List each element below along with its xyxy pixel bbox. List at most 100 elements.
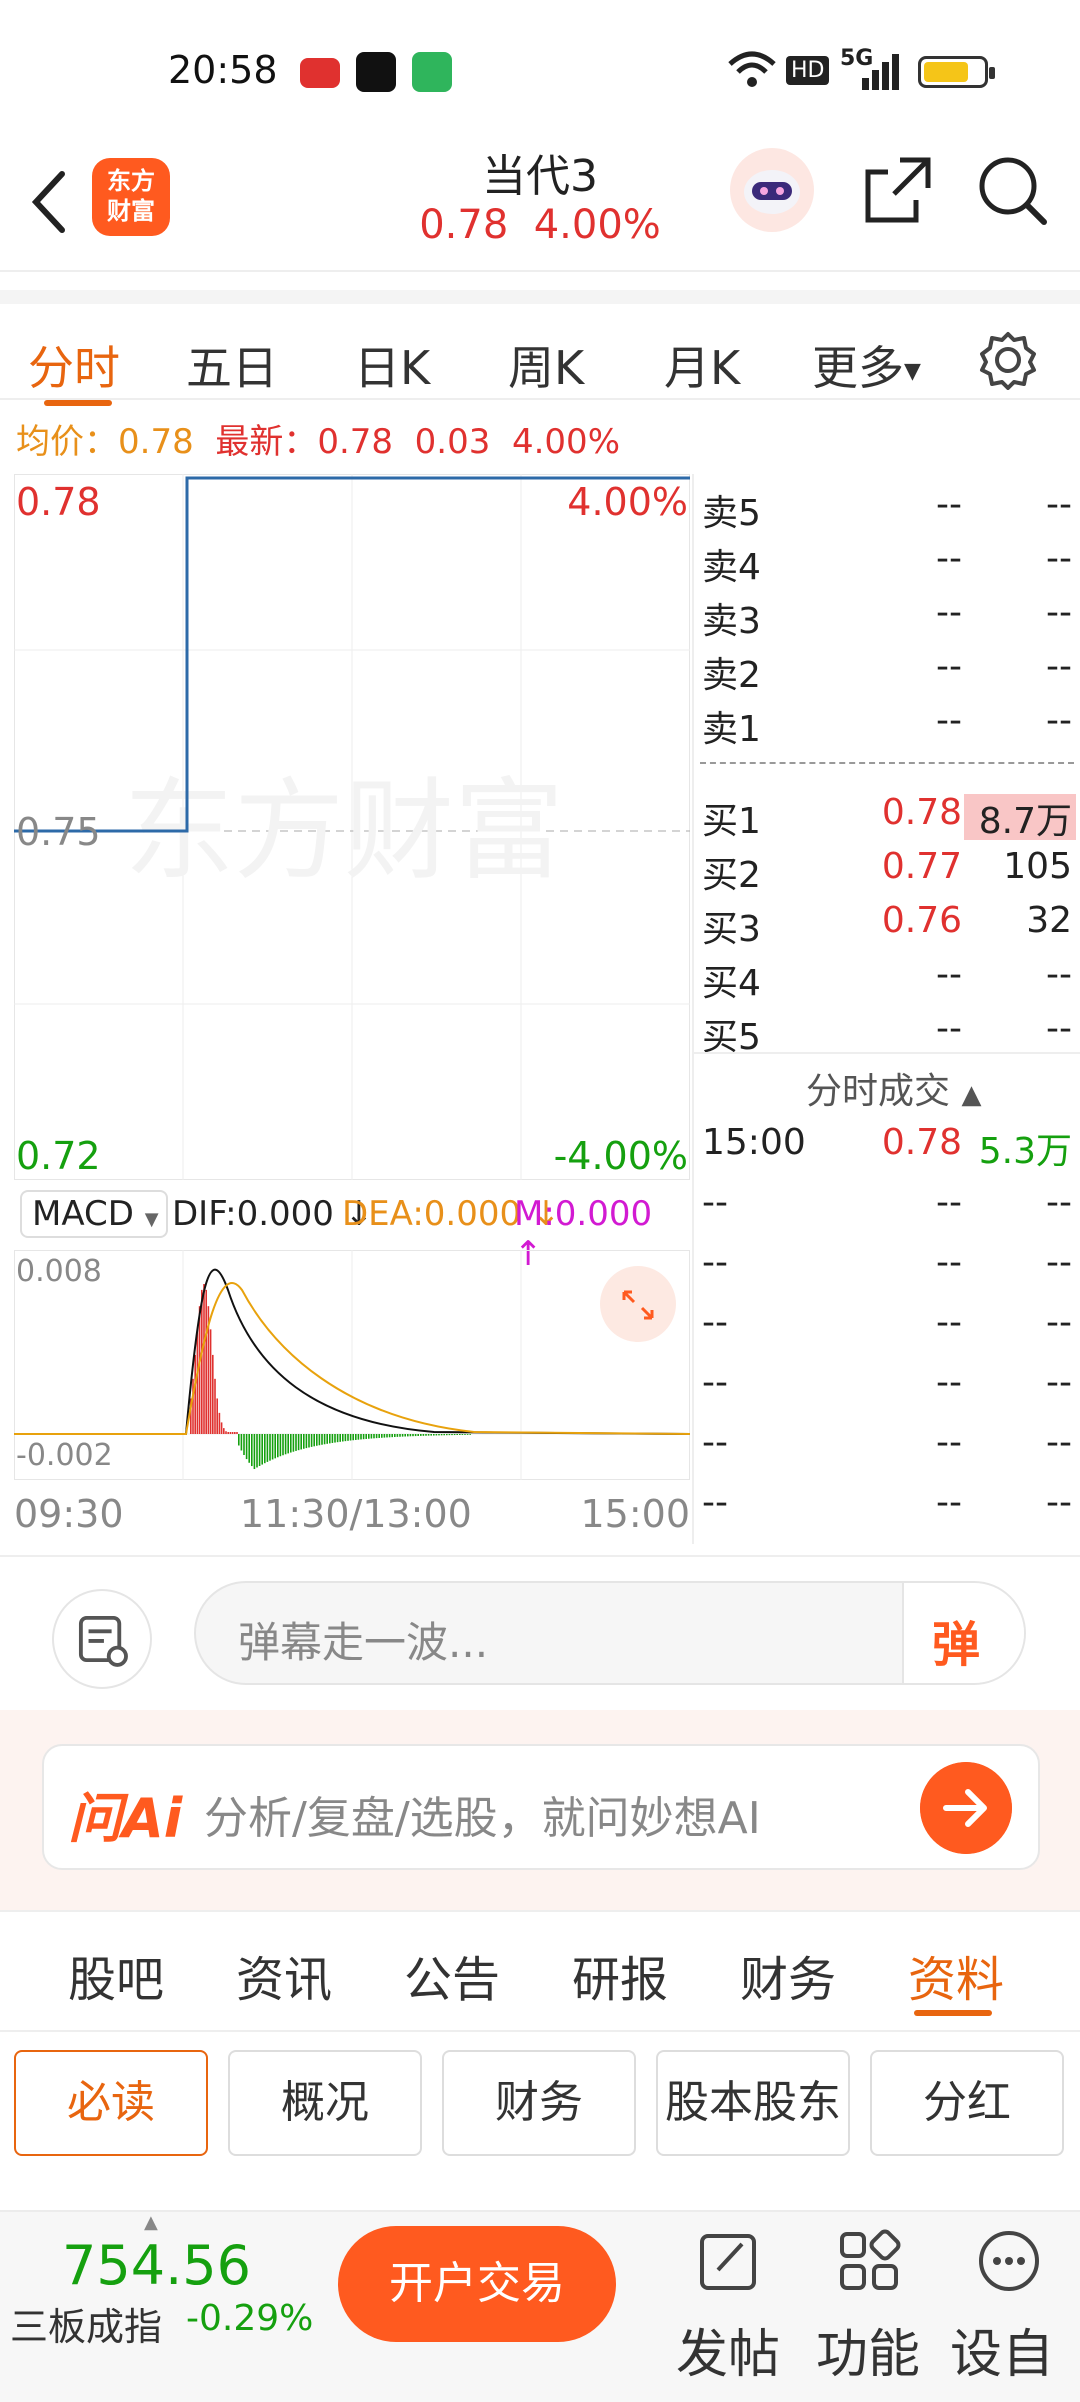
bid-price: 0.76 [881, 900, 962, 941]
hd-icon: HD [786, 56, 830, 85]
battery-icon [918, 56, 995, 88]
macd-bar-negative [334, 1434, 336, 1443]
macd-histogram [190, 1284, 471, 1470]
tab-profile[interactable]: 资料 [908, 1940, 1004, 2010]
macd-bar-negative [318, 1434, 321, 1446]
bid-volume: 8.7万 [978, 801, 1072, 842]
shield-app-icon [412, 52, 452, 92]
macd-bar-negative [316, 1434, 318, 1446]
macd-bar-negative [440, 1434, 443, 1436]
tab-weekly-k[interactable]: 周K [508, 332, 584, 398]
gear-icon[interactable] [978, 330, 1038, 390]
open-account-trade-button[interactable]: 开户交易 [338, 2226, 616, 2342]
tab-announcements[interactable]: 公告 [404, 1940, 500, 2010]
tick-price: -- [936, 1482, 962, 1523]
bid-volume: -- [1046, 1008, 1072, 1049]
functions-label[interactable]: 功能 [816, 2312, 920, 2387]
macd-bar-negative [329, 1434, 331, 1444]
tab-news[interactable]: 资讯 [236, 1940, 332, 2010]
search-icon[interactable] [974, 152, 1050, 228]
macd-bar-positive [205, 1289, 207, 1434]
last-change-pct: 4.00% [511, 422, 620, 462]
index-name: 三板成指 [10, 2305, 163, 2349]
back-arrow-icon[interactable] [22, 162, 82, 242]
tab-daily-k[interactable]: 日K [354, 332, 430, 398]
functions-grid-icon[interactable] [836, 2228, 902, 2294]
ask-name: 卖4 [702, 547, 761, 588]
subtab-finance[interactable]: 财务 [442, 2050, 636, 2156]
tab-intraday[interactable]: 分时 [28, 332, 120, 398]
ask-name: 卖3 [702, 601, 761, 642]
tick-price: -- [936, 1182, 962, 1223]
tab-more[interactable]: 更多▼ [812, 332, 921, 398]
subtab-overview[interactable]: 概况 [228, 2050, 422, 2156]
macd-bar-positive [234, 1432, 236, 1434]
share-icon[interactable] [860, 152, 936, 228]
tab-guba[interactable]: 股吧 [68, 1940, 164, 2010]
last-value: 0.78 [317, 422, 394, 462]
settings-label[interactable]: 设自 [950, 2312, 1054, 2387]
macd-bar-negative [253, 1434, 256, 1470]
macd-header: MACD ▼ DIF:0.000 ↓ DEA:0.000 ↓ M:0.000 ↑ [14, 1186, 690, 1274]
tick-time: -- [702, 1302, 728, 1343]
tab-monthly-k[interactable]: 月K [664, 332, 740, 398]
tab-research[interactable]: 研报 [572, 1940, 668, 2010]
index-change: -0.29% [186, 2298, 314, 2339]
ask-row-5: 卖5 -- -- [694, 484, 1080, 538]
tick-volume: -- [1046, 1422, 1072, 1463]
macd-bar-negative [383, 1434, 386, 1438]
arrow-right-icon[interactable] [920, 1762, 1012, 1854]
tab-five-day[interactable]: 五日 [186, 332, 278, 398]
macd-bar-negative [292, 1434, 295, 1452]
macd-bar-negative [365, 1434, 367, 1439]
macd-bar-negative [404, 1434, 406, 1437]
bid-price: 0.77 [881, 846, 962, 887]
macd-chart[interactable]: 0.008 -0.002 [14, 1250, 690, 1480]
macd-bar-negative [323, 1434, 326, 1445]
indicator-selector[interactable]: MACD ▼ [20, 1190, 168, 1238]
macd-bar-positive [203, 1284, 205, 1434]
tick-price: 0.78 [881, 1122, 962, 1163]
tick-volume: -- [1046, 1242, 1072, 1283]
ask-row-1: 卖1 -- -- [694, 700, 1080, 754]
logo-text-bottom: 财富 [107, 197, 155, 225]
intraday-chart[interactable]: 东方财富 0.78 0.75 0.72 4.00% -4.00% [14, 474, 690, 1180]
macd-bar-negative [300, 1434, 302, 1450]
subtab-dividends[interactable]: 分红 [870, 2050, 1064, 2156]
macd-bar-negative [414, 1434, 417, 1437]
macd-bar-negative [258, 1434, 261, 1466]
macd-bar-negative [344, 1434, 347, 1442]
y-label-bottom: 0.72 [16, 1134, 101, 1178]
more-dots-icon[interactable] [976, 2228, 1042, 2294]
ask-price: -- [936, 646, 962, 687]
tick-price: -- [936, 1422, 962, 1463]
macd-bar-negative [425, 1434, 427, 1436]
macd-bar-negative [243, 1434, 245, 1456]
post-label[interactable]: 发帖 [676, 2312, 780, 2387]
pct-label-top: 4.00% [567, 480, 688, 524]
danmaku-send-button[interactable]: 弹 [902, 1583, 1024, 1683]
ai-prompt: 分析/复盘/选股，就问妙想AI [204, 1793, 761, 1844]
danmaku-bar: 弹幕走一波... 弹 [0, 1555, 1080, 1707]
macd-bar-negative [453, 1434, 456, 1436]
subtab-shareholders[interactable]: 股本股东 [656, 2050, 850, 2156]
bid-name: 买4 [702, 963, 761, 1004]
subtab-must-read[interactable]: 必读 [14, 2050, 208, 2156]
ticks-title[interactable]: 分时成交 ▲ [806, 1062, 981, 1114]
macd-bar-negative [417, 1434, 419, 1436]
expand-icon[interactable] [600, 1266, 676, 1342]
edit-post-icon[interactable] [696, 2228, 762, 2294]
macd-y-top: 0.008 [16, 1254, 102, 1289]
signal-icon [862, 54, 899, 90]
ask-price: -- [936, 484, 962, 525]
logo-text-top: 东方 [107, 167, 155, 195]
macd-bar-negative [461, 1434, 464, 1435]
danmaku-input[interactable]: 弹幕走一波... 弹 [194, 1581, 1026, 1685]
y-label-top: 0.78 [16, 480, 101, 524]
danmaku-send-label: 弹 [932, 1617, 981, 1673]
index-ticker[interactable]: 754.56 三板成指 -0.29% [0, 2212, 320, 2402]
ai-robot-icon[interactable] [730, 148, 814, 232]
tab-finance[interactable]: 财务 [740, 1940, 836, 2010]
danmaku-settings-icon[interactable] [52, 1589, 152, 1689]
ai-ask-box[interactable]: 问Ai 分析/复盘/选股，就问妙想AI [42, 1744, 1040, 1870]
